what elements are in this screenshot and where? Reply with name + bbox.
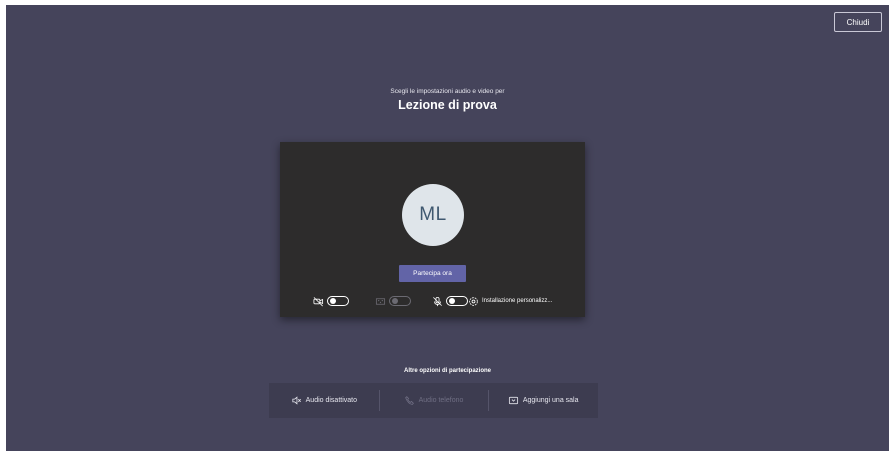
camera-control	[313, 294, 349, 308]
camera-toggle[interactable]	[327, 296, 349, 306]
microphone-control	[432, 294, 468, 308]
add-room-option[interactable]: Aggiungi una sala	[488, 383, 598, 418]
close-button[interactable]: Chiudi	[834, 12, 882, 32]
camera-off-icon	[313, 296, 324, 306]
audio-off-label: Audio disattivato	[305, 397, 358, 404]
device-settings-control[interactable]: Installazione personalizz...	[468, 294, 552, 308]
device-controls: Installazione personalizz...	[280, 294, 585, 308]
prejoin-screen: Chiudi Scegli le impostazioni audio e vi…	[6, 5, 889, 451]
cast-icon	[508, 396, 518, 405]
audio-off-option[interactable]: Audio disattivato	[269, 383, 379, 418]
phone-audio-option[interactable]: Audio telefono	[378, 383, 489, 418]
prejoin-subtitle: Scegli le impostazioni audio e video per	[390, 88, 505, 95]
join-now-button[interactable]: Partecipa ora	[399, 265, 466, 282]
add-room-label: Aggiungi una sala	[522, 397, 579, 404]
other-join-options: Audio disattivato Audio telefono Aggiung…	[269, 383, 598, 418]
device-settings-label[interactable]: Installazione personalizz...	[482, 298, 552, 304]
meeting-title: Lezione di prova	[398, 98, 497, 112]
background-blur-toggle[interactable]	[389, 296, 411, 306]
background-blur-control	[375, 294, 411, 308]
gear-icon	[469, 296, 478, 306]
avatar: ML	[402, 184, 464, 246]
other-join-options-title: Altre opzioni di partecipazione	[403, 368, 491, 374]
video-preview: ML Partecipa ora Installazione personali…	[280, 142, 585, 317]
phone-audio-label: Audio telefono	[418, 397, 464, 404]
phone-icon	[404, 396, 414, 405]
microphone-toggle[interactable]	[446, 296, 468, 306]
background-blur-icon	[375, 297, 386, 305]
mic-off-icon	[433, 296, 442, 306]
speaker-off-icon	[292, 396, 301, 405]
